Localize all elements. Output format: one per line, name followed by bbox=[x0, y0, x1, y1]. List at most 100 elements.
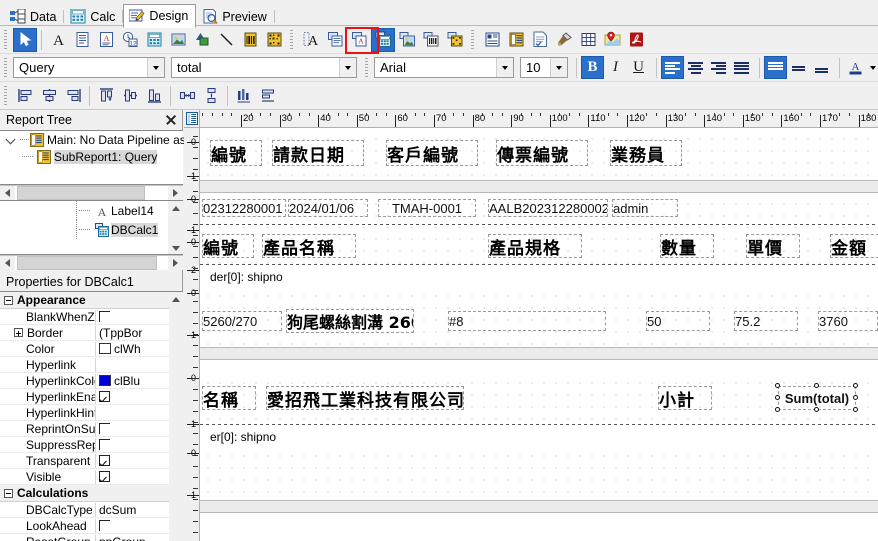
band-label-group-header[interactable]: der[0]: shipno bbox=[200, 268, 878, 285]
tab-calc[interactable]: Calc bbox=[64, 5, 124, 27]
resize-handle-sw[interactable] bbox=[775, 407, 780, 412]
dbtext-tool[interactable]: A bbox=[299, 28, 323, 52]
band-detail-2[interactable]: 5260/270 狗尾螺絲割溝 260 #8 50 75.2 3760 bbox=[200, 285, 878, 347]
property-row-transparent[interactable]: Transparent bbox=[0, 453, 183, 469]
band-group-footer[interactable]: 名稱 愛招飛工業科技有限公司 小計 Sum(total) bbox=[200, 372, 878, 428]
design-control-dbtext[interactable]: TMAH-0001 bbox=[378, 199, 476, 217]
resize-handle-se[interactable] bbox=[853, 407, 858, 412]
scroll-track[interactable] bbox=[15, 256, 168, 270]
chevron-down-icon[interactable] bbox=[496, 58, 513, 77]
align-bottom-edges-button[interactable] bbox=[142, 84, 166, 108]
design-control-label[interactable]: 金額 bbox=[830, 234, 878, 258]
dbbarcode-tool[interactable] bbox=[419, 28, 443, 52]
properties-grid[interactable]: Appearance BlankWhenZero Border (TppBor … bbox=[0, 291, 183, 541]
align-right-edges-button[interactable] bbox=[61, 84, 85, 108]
property-row-border[interactable]: Border (TppBor bbox=[0, 325, 183, 341]
property-row-reprintonsubsequent[interactable]: ReprintOnSubsequ bbox=[0, 421, 183, 437]
scroll-down-icon[interactable] bbox=[168, 241, 183, 254]
tab-data[interactable]: Data bbox=[4, 5, 65, 27]
space-horizontal-button[interactable] bbox=[175, 84, 199, 108]
toolbar-grip-3[interactable] bbox=[469, 29, 478, 50]
tree-node-subreport1[interactable]: SubReport1: Query bbox=[0, 148, 183, 165]
design-control-dbtext[interactable]: #8 bbox=[448, 311, 606, 331]
same-height-button[interactable] bbox=[256, 84, 280, 108]
toolbar-grip-4[interactable] bbox=[2, 57, 11, 78]
dbqrcode-tool[interactable] bbox=[443, 28, 467, 52]
align-justify-button[interactable] bbox=[730, 56, 753, 79]
scroll-up-icon[interactable] bbox=[168, 201, 183, 216]
memo-tool[interactable] bbox=[70, 28, 94, 52]
label-tool[interactable]: A bbox=[46, 28, 70, 52]
property-row-blankwhenzero[interactable]: BlankWhenZero bbox=[0, 309, 183, 325]
design-control-label[interactable]: 數量 bbox=[660, 234, 714, 258]
scroll-track[interactable] bbox=[15, 186, 168, 200]
align-left-button[interactable] bbox=[661, 56, 684, 79]
design-control-label[interactable]: 產品名稱 bbox=[262, 234, 356, 258]
dbcalc-tool[interactable] bbox=[142, 28, 166, 52]
scroll-left-icon[interactable] bbox=[0, 186, 15, 200]
toolbar-grip-6[interactable] bbox=[2, 85, 11, 106]
component-tree-vscrollbar[interactable] bbox=[168, 201, 183, 254]
align-h-centers-button[interactable] bbox=[37, 84, 61, 108]
format-painter-tool[interactable] bbox=[552, 28, 576, 52]
chevron-down-icon[interactable] bbox=[147, 58, 164, 77]
variable-tool[interactable]: 12 bbox=[118, 28, 142, 52]
font-name-combo[interactable]: Arial bbox=[374, 57, 514, 78]
bold-button[interactable]: B bbox=[581, 56, 604, 79]
design-control-dbtext[interactable]: 02312280001 bbox=[202, 199, 286, 217]
italic-button[interactable]: I bbox=[604, 56, 627, 79]
checkbox-unchecked[interactable] bbox=[99, 520, 110, 531]
property-category-calculations[interactable]: Calculations bbox=[0, 485, 183, 502]
property-row-suppressrepeated[interactable]: SuppressRepeated bbox=[0, 437, 183, 453]
collapse-icon[interactable] bbox=[4, 488, 13, 498]
design-control-dbtext[interactable]: 50 bbox=[646, 311, 710, 331]
tab-preview[interactable]: Preview bbox=[196, 5, 275, 27]
property-row-hyperlinkcolor[interactable]: HyperlinkColor clBlu bbox=[0, 373, 183, 389]
pdf-export-tool[interactable] bbox=[624, 28, 648, 52]
design-control-dbtext[interactable]: 5260/270 bbox=[202, 311, 282, 331]
band-separator[interactable] bbox=[200, 347, 878, 360]
scroll-right-icon[interactable] bbox=[168, 186, 183, 200]
resize-handle-e[interactable] bbox=[853, 395, 858, 400]
property-row-dbcalctype[interactable]: DBCalcType dcSum bbox=[0, 502, 183, 518]
resize-handle-s[interactable] bbox=[814, 407, 819, 412]
design-control-dbtext[interactable]: 2024/01/06 bbox=[288, 199, 368, 217]
line-tool[interactable] bbox=[214, 28, 238, 52]
design-control-label[interactable]: 小計 bbox=[658, 386, 712, 410]
barcode-tool[interactable] bbox=[238, 28, 262, 52]
dbrichtext-tool[interactable]: A bbox=[347, 28, 371, 52]
region-tool[interactable] bbox=[480, 28, 504, 52]
design-control-label[interactable]: 請款日期 bbox=[272, 140, 364, 166]
scroll-thumb[interactable] bbox=[17, 186, 145, 200]
table-grid-tool[interactable] bbox=[576, 28, 600, 52]
band-detail-1[interactable]: 02312280001 2024/01/06 TMAH-0001 AALB202… bbox=[200, 193, 878, 228]
image-tool[interactable] bbox=[166, 28, 190, 52]
tree-node-dbcalc1[interactable]: DBCalc1 bbox=[0, 220, 183, 239]
design-control-dbtext[interactable]: AALB202312280002 bbox=[488, 199, 608, 217]
design-control-label[interactable]: 客戶編號 bbox=[386, 140, 478, 166]
design-control-label[interactable]: 編號 bbox=[210, 140, 262, 166]
design-control-label[interactable]: 業務員 bbox=[610, 140, 682, 166]
design-control-label[interactable]: 產品規格 bbox=[488, 234, 582, 258]
chevron-down-icon[interactable] bbox=[550, 58, 567, 77]
dbmemo-tool[interactable] bbox=[323, 28, 347, 52]
property-row-resetgroup[interactable]: ResetGroup ppGroup bbox=[0, 534, 183, 541]
design-control-label[interactable]: 名稱 bbox=[202, 386, 256, 410]
design-control-dbtext[interactable]: 3760 bbox=[818, 311, 878, 331]
align-left-edges-button[interactable] bbox=[13, 84, 37, 108]
checkbox-checked[interactable] bbox=[99, 471, 110, 482]
checkbox-checked[interactable] bbox=[99, 391, 110, 402]
toolbar-grip-5[interactable] bbox=[363, 57, 372, 78]
design-control-dbtext[interactable]: 75.2 bbox=[734, 311, 798, 331]
expand-icon[interactable] bbox=[14, 328, 23, 337]
tab-design[interactable]: Design bbox=[123, 4, 197, 28]
tree-node-label14[interactable]: A Label14 bbox=[0, 201, 183, 220]
scroll-left-icon[interactable] bbox=[0, 256, 15, 270]
dbcalc-field-tool[interactable] bbox=[371, 27, 395, 52]
dbimage-tool[interactable] bbox=[395, 28, 419, 52]
toolbar-grip-2[interactable] bbox=[288, 29, 297, 50]
property-category-appearance[interactable]: Appearance bbox=[0, 292, 183, 309]
resize-handle-ne[interactable] bbox=[853, 383, 858, 388]
align-top-edges-button[interactable] bbox=[94, 84, 118, 108]
rich-text-tool[interactable]: A bbox=[94, 28, 118, 52]
